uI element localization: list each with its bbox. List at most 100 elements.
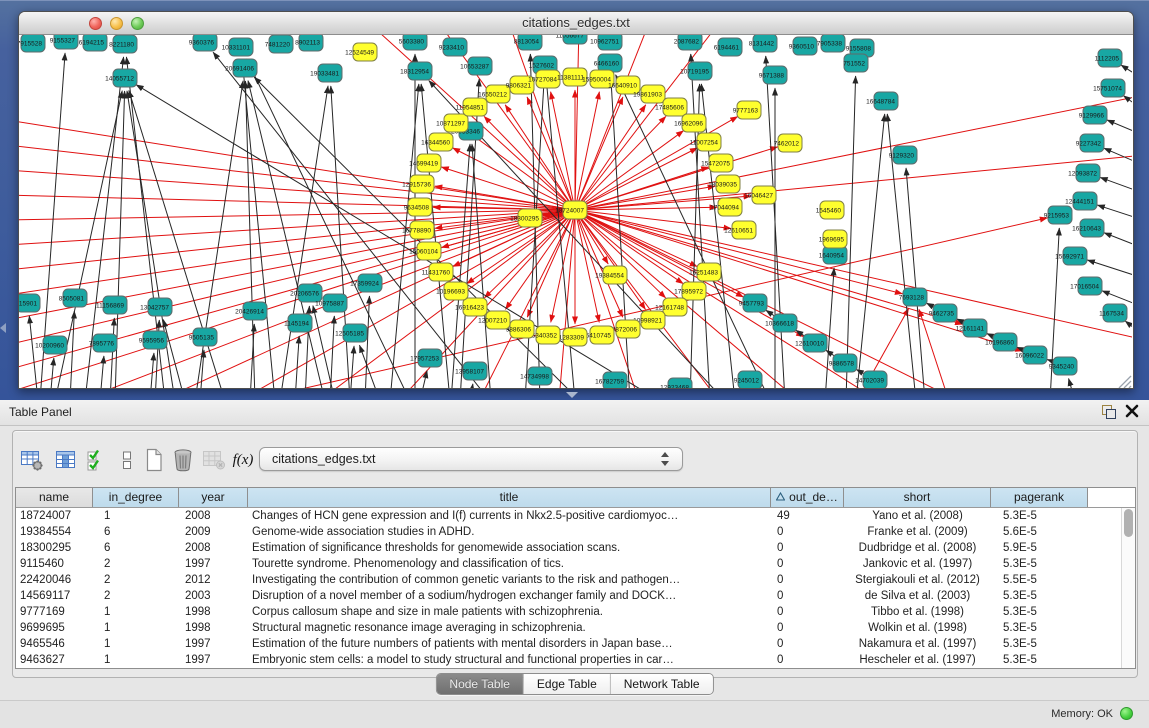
graph-node[interactable]: 12161141 (956, 319, 987, 337)
table-mode-button[interactable] (19, 447, 45, 473)
table-row[interactable]: 1830029562008Estimation of significance … (16, 540, 1135, 556)
graph-node[interactable]: 1167534 (1099, 304, 1127, 322)
graph-node[interactable]: 9155327 (50, 35, 78, 49)
graph-node[interactable]: 7481220 (265, 35, 293, 53)
graph-node[interactable]: 16962096 (674, 114, 706, 132)
graph-node[interactable]: 11156869 (96, 296, 127, 314)
tab-node-table[interactable]: Node Table (436, 674, 524, 694)
deselect-all-rows-button[interactable] (114, 447, 140, 473)
graph-node[interactable]: 10196860 (985, 333, 1017, 351)
graph-node[interactable]: 11056677 (556, 35, 587, 44)
graph-node[interactable]: 9129966 (1079, 106, 1107, 124)
graph-node[interactable]: 8902113 (295, 35, 323, 51)
graph-node[interactable]: 1145194 (284, 314, 312, 332)
table-row[interactable]: 911546021997Tourette syndrome. Phenomeno… (16, 556, 1135, 572)
graph-node[interactable]: 14734998 (520, 367, 552, 385)
graph-node[interactable]: 15692971 (1055, 247, 1087, 265)
tab-network-table[interactable]: Network Table (611, 674, 713, 694)
graph-node[interactable]: 16046427 (744, 186, 776, 204)
graph-node[interactable]: 20691406 (225, 59, 257, 77)
graph-node[interactable]: 6194461 (714, 38, 742, 56)
graph-node[interactable]: 10366618 (765, 314, 797, 332)
network-canvas-svg[interactable]: 7915528 915532761942158221180 9360376 10331… (19, 35, 1132, 388)
graph-node[interactable]: 5603380 (399, 35, 427, 50)
column-header-name[interactable]: name (16, 488, 93, 507)
graph-node[interactable]: 9886578 (829, 354, 857, 372)
graph-node[interactable]: 12524549 (345, 43, 377, 61)
column-header-out_de[interactable]: out_de… (771, 488, 844, 507)
graph-node[interactable]: 10200960 (35, 336, 67, 354)
column-header-short[interactable]: short (844, 488, 991, 507)
graph-node[interactable]: 12093872 (1068, 164, 1100, 182)
graph-node[interactable]: 14702039 (855, 371, 887, 388)
graph-node[interactable]: 6466160 (594, 54, 622, 72)
graph-node[interactable]: 9505135 (189, 328, 217, 346)
table-chooser-dropdown[interactable]: citations_edges.txt (259, 447, 683, 471)
graph-node[interactable]: 13042757 (140, 298, 172, 316)
graph-node[interactable]: 9227342 (1076, 134, 1104, 152)
table-row[interactable]: 969969511998Structural magnetic resonanc… (16, 620, 1135, 636)
column-header-title[interactable]: title (248, 488, 771, 507)
graph-node[interactable]: 9245012 (734, 371, 762, 388)
network-canvas[interactable]: 7915528 915532761942158221180 9360376 10331… (19, 35, 1133, 388)
graph-node[interactable]: 12923468 (660, 378, 692, 388)
graph-node[interactable]: 7895776 (89, 334, 117, 352)
hidden-panel-handle-icon[interactable] (0, 323, 6, 333)
table-scrollbar[interactable] (1121, 508, 1135, 668)
graph-node[interactable]: 1969695 (819, 230, 847, 248)
graph-node[interactable]: 12610651 (724, 221, 756, 239)
graph-node[interactable]: 9360376 (189, 35, 217, 51)
split-divider-handle[interactable] (566, 392, 578, 398)
graph-node[interactable]: 13958107 (455, 362, 487, 380)
graph-node[interactable]: 12610010 (795, 334, 827, 352)
delete-table-button-disabled[interactable] (201, 447, 227, 473)
graph-node[interactable]: 10653287 (460, 57, 492, 75)
graph-node[interactable]: 9777163 (733, 101, 761, 119)
function-builder-button[interactable]: f(x) (228, 447, 258, 473)
select-all-rows-button[interactable] (83, 447, 109, 473)
graph-node[interactable]: 9345240 (1049, 357, 1077, 375)
graph-node[interactable]: 16778890 (402, 221, 434, 239)
graph-node[interactable]: 9595956 (139, 331, 167, 349)
graph-node[interactable]: 9671388 (759, 66, 787, 84)
graph-node[interactable]: 7693128 (899, 288, 927, 306)
graph-node[interactable]: 10871297 (436, 114, 468, 132)
graph-node[interactable]: 16782759 (595, 372, 627, 388)
graph-node[interactable]: 11007254 (690, 133, 721, 151)
graph-node[interactable]: 9360510 (789, 37, 817, 55)
close-panel-icon[interactable] (1125, 404, 1139, 418)
graph-node[interactable]: 18312954 (400, 62, 432, 80)
graph-node[interactable]: 9233410 (439, 38, 467, 56)
graph-node[interactable]: 1545460 (816, 201, 844, 219)
graph-node[interactable]: 2087682 (674, 35, 702, 50)
graph-node[interactable]: 9215953 (1044, 206, 1072, 224)
graph-node[interactable]: 14699419 (409, 154, 441, 172)
table-row[interactable]: 946554611997Estimation of the future num… (16, 636, 1135, 652)
graph-node[interactable]: 7915528 (19, 35, 45, 52)
graph-node[interactable]: 6194215 (79, 35, 107, 51)
float-panel-icon[interactable] (1102, 405, 1116, 419)
graph-node[interactable]: 11954851 (456, 98, 487, 116)
network-window[interactable]: citations_edges.txt 79155289155327619421… (18, 11, 1134, 389)
graph-node[interactable]: 8505081 (59, 289, 87, 307)
graph-node[interactable]: 10962751 (590, 35, 622, 50)
graph-node[interactable]: 17016504 (1070, 277, 1102, 295)
graph-node[interactable]: 3915901 (19, 294, 40, 312)
graph-node[interactable]: 17359924 (350, 274, 382, 292)
graph-node[interactable]: 15751074 (1093, 79, 1125, 97)
table-row[interactable]: 1456911722003Disruption of a novel membe… (16, 588, 1135, 604)
graph-node[interactable]: 16916423 (455, 298, 487, 316)
table-row[interactable]: 977716911998Corpus callosum shape and si… (16, 604, 1135, 620)
table-row[interactable]: 946362711997Embryonic stem cells: a mode… (16, 652, 1135, 668)
graph-node[interactable]: 20206576 (290, 284, 322, 302)
graph-node[interactable]: 7462012 (774, 134, 802, 152)
create-column-button[interactable] (141, 447, 167, 473)
column-header-pagerank[interactable]: pagerank (991, 488, 1088, 507)
delete-columns-trash-button[interactable] (170, 447, 196, 473)
table-row[interactable]: 1872400712008Changes of HCN gene express… (16, 508, 1135, 524)
graph-node[interactable]: 12505185 (335, 324, 367, 342)
column-header-in_degree[interactable]: in_degree (93, 488, 179, 507)
graph-node[interactable]: 8221180 (109, 35, 137, 53)
graph-node[interactable]: 10331101 (222, 38, 253, 56)
graph-node[interactable]: 17895972 (674, 282, 706, 300)
